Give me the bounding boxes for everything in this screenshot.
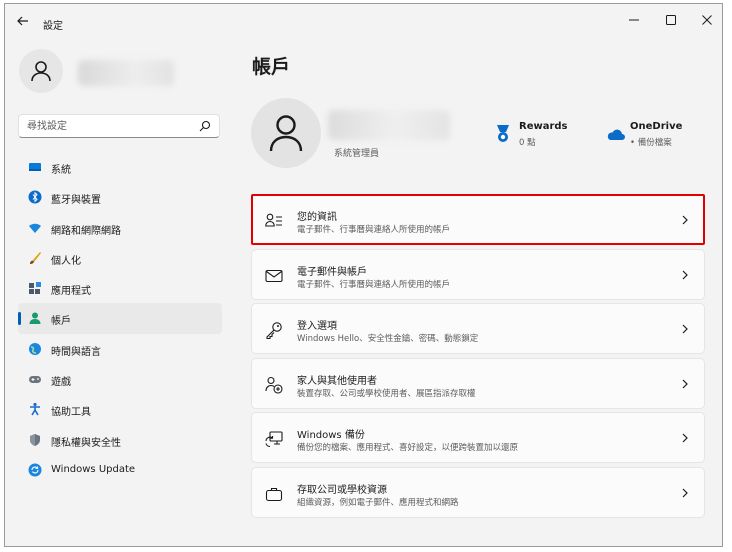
card-description: 電子郵件、行事曆與連絡人所使用的帳戶 — [297, 279, 451, 290]
sidebar-item-label: 系統 — [51, 165, 71, 176]
sidebar-item-label: 應用程式 — [51, 286, 91, 298]
card-title: 電子郵件與帳戶 — [297, 266, 367, 278]
minimize-button[interactable] — [616, 8, 652, 32]
card-description: 裝置存取、公司或學校使用者、展區指派存取權 — [297, 388, 476, 399]
email-accounts-card[interactable]: 電子郵件與帳戶 電子郵件、行事曆與連絡人所使用的帳戶 — [251, 248, 705, 300]
chevron-right-icon — [682, 488, 688, 498]
page-title: 帳戶 — [252, 56, 291, 78]
card-description: 備份您的檔案、應用程式、喜好設定，以便跨裝置加以還原 — [297, 443, 519, 454]
bluetooth-icon — [28, 190, 42, 204]
search-input[interactable] — [27, 118, 197, 134]
sidebar-item-apps[interactable]: 應用程式 — [18, 273, 222, 303]
chevron-right-icon — [682, 270, 688, 280]
rewards-title: Rewards — [519, 121, 568, 132]
accessibility-icon — [30, 403, 40, 416]
shield-icon — [30, 433, 40, 446]
person-icon — [31, 61, 51, 82]
network-icon — [29, 223, 41, 233]
sidebar-item-label: 帳戶 — [51, 316, 71, 328]
sidebar-item-bluetooth[interactable]: 藍牙與裝置 — [18, 182, 222, 212]
chevron-right-icon — [682, 215, 688, 225]
sidebar-item-time-language[interactable]: 時間與語言 — [18, 334, 222, 364]
search-box[interactable] — [18, 114, 220, 138]
minimize-icon — [629, 19, 639, 21]
card-title: 您的資訊 — [297, 212, 337, 223]
system-icon — [29, 163, 41, 171]
account-avatar[interactable] — [251, 98, 321, 168]
sidebar-item-label: 隱私權與安全性 — [51, 437, 121, 449]
sidebar-item-label: 藍牙與裝置 — [51, 195, 101, 207]
close-button[interactable] — [689, 8, 722, 32]
key-icon — [266, 322, 282, 340]
onedrive-status: • 備份檔案 — [630, 138, 672, 148]
globe-icon — [29, 342, 41, 355]
back-arrow-icon — [17, 16, 28, 26]
brush-icon — [30, 251, 41, 264]
account-role: 系統管理員 — [334, 149, 380, 159]
back-button[interactable] — [15, 13, 31, 29]
sidebar-item-personalization[interactable]: 個人化 — [18, 243, 222, 273]
sidebar-item-label: 協助工具 — [51, 407, 91, 419]
gamepad-icon — [29, 376, 41, 384]
sidebar-item-accessibility[interactable]: 協助工具 — [18, 394, 222, 424]
settings-window: 設定 系統 藍牙與裝置 — [4, 3, 723, 547]
sidebar-item-label: 遊戲 — [51, 377, 71, 389]
sign-in-options-card[interactable]: 登入選項 Windows Hello、安全性金鑰、密碼、動態鎖定 — [251, 303, 705, 355]
card-description: 組織資源，例如電子郵件、應用程式和網路 — [297, 497, 459, 508]
chevron-right-icon — [682, 379, 688, 389]
sidebar-item-privacy[interactable]: 隱私權與安全性 — [18, 425, 222, 455]
windows-backup-card[interactable]: Windows 備份 備份您的檔案、應用程式、喜好設定，以便跨裝置加以還原 — [251, 412, 705, 464]
sidebar-item-accounts[interactable]: 帳戶 — [18, 303, 222, 334]
sidebar-nav: 系統 藍牙與裝置 網路和網際網路 個人化 應用程式 帳戶 時間與語言 遊戲 協助… — [18, 152, 222, 485]
app-title: 設定 — [43, 21, 63, 32]
search-icon[interactable] — [199, 120, 211, 132]
chevron-right-icon — [682, 324, 688, 334]
user-info-icon — [265, 213, 282, 227]
redacted-user-name — [78, 60, 174, 86]
sidebar-item-label: 網路和網際網路 — [51, 225, 121, 237]
card-title: Windows 備份 — [297, 430, 365, 442]
your-info-card[interactable]: 您的資訊 電子郵件、行事曆與連絡人所使用的帳戶 — [251, 194, 705, 245]
card-description: Windows Hello、安全性金鑰、密碼、動態鎖定 — [297, 334, 479, 345]
card-title: 家人與其他使用者 — [297, 375, 377, 387]
rewards-points: 0 點 — [519, 138, 536, 148]
card-description: 電子郵件、行事曆與連絡人所使用的帳戶 — [297, 225, 451, 235]
update-icon — [28, 463, 42, 477]
apps-icon — [29, 282, 41, 295]
sidebar-avatar[interactable] — [19, 49, 63, 93]
onedrive-title: OneDrive — [630, 121, 683, 132]
sidebar-item-label: 個人化 — [51, 255, 81, 267]
sidebar-item-gaming[interactable]: 遊戲 — [18, 364, 222, 394]
family-icon — [265, 376, 283, 394]
person-icon — [29, 312, 41, 325]
title-bar: 設定 — [5, 4, 722, 36]
mail-icon — [265, 269, 283, 282]
rewards-medal-icon — [497, 125, 509, 142]
onedrive-cloud-icon — [607, 129, 625, 140]
sidebar-item-label: Windows Update — [51, 463, 136, 475]
sidebar-item-windows-update[interactable]: Windows Update — [18, 455, 222, 485]
briefcase-icon — [265, 487, 283, 502]
close-icon — [702, 15, 712, 25]
maximize-icon — [666, 15, 676, 25]
backup-icon — [265, 431, 283, 448]
sidebar-item-system[interactable]: 系統 — [18, 152, 222, 182]
card-title: 登入選項 — [297, 321, 337, 333]
access-work-school-card[interactable]: 存取公司或學校資源 組織資源，例如電子郵件、應用程式和網路 — [251, 466, 705, 518]
card-title: 存取公司或學校資源 — [297, 484, 387, 496]
redacted-account-name — [328, 110, 450, 140]
active-indicator — [18, 312, 21, 326]
maximize-button[interactable] — [653, 8, 689, 32]
settings-list: 您的資訊 電子郵件、行事曆與連絡人所使用的帳戶 電子郵件與帳戶 電子郵件、行事曆… — [251, 194, 705, 522]
sidebar-item-network[interactable]: 網路和網際網路 — [18, 213, 222, 243]
person-icon — [269, 115, 303, 152]
chevron-right-icon — [682, 433, 688, 443]
family-other-users-card[interactable]: 家人與其他使用者 裝置存取、公司或學校使用者、展區指派存取權 — [251, 357, 705, 409]
sidebar-item-label: 時間與語言 — [51, 346, 101, 358]
